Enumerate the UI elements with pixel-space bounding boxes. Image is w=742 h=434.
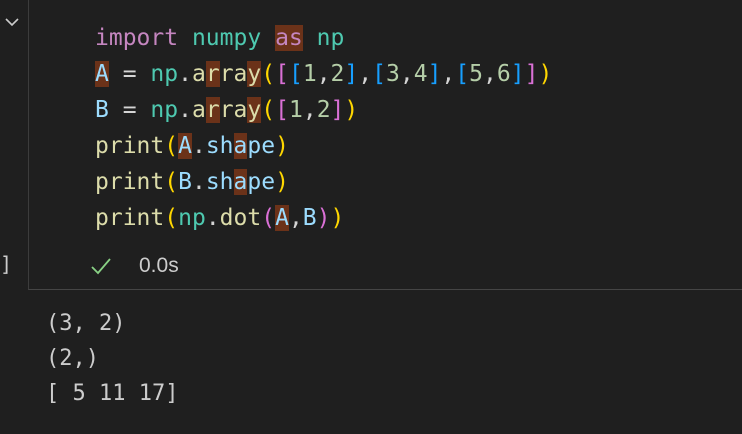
code-token: , [288, 205, 303, 231]
code-token-highlighted: A [178, 133, 192, 159]
code-token: ] [510, 61, 525, 87]
execution-status: 0.0s [89, 252, 179, 280]
code-token: ] [344, 61, 359, 87]
code-token: print [95, 169, 165, 195]
code-cell[interactable]: import numpy as np A = np.array([[1,2],[3… [28, 0, 742, 290]
execution-time: 0.0s [139, 254, 179, 277]
code-token: 1 [302, 61, 317, 87]
code-line[interactable]: print(np.dot(A,B)) [95, 200, 552, 236]
cell-output: (3, 2) (2,) [ 5 11 17] [46, 306, 178, 411]
code-token: 3 [385, 61, 400, 87]
code-token: , [358, 61, 373, 87]
code-token: ) [330, 205, 345, 231]
code-line[interactable]: print(A.shape) [95, 128, 552, 164]
chevron-down-icon[interactable] [2, 12, 22, 32]
output-line: (2,) [46, 346, 99, 371]
code-token: . [191, 133, 206, 159]
code-token: 2 [330, 61, 345, 87]
code-token-highlighted: a [233, 133, 248, 159]
code-line[interactable]: A = np.array([[1,2],[3,4],[5,6]]) [95, 56, 552, 92]
code-token: [ [275, 61, 289, 87]
code-token: , [302, 97, 317, 123]
code-token-highlighted: r [205, 97, 220, 123]
code-token: ) [275, 133, 289, 159]
code-token: ( [261, 97, 276, 123]
code-token: ( [164, 133, 179, 159]
code-token: np [150, 61, 179, 87]
code-token: print [95, 133, 165, 159]
code-token: . [178, 61, 192, 87]
code-token: ] [427, 61, 442, 87]
cell-gutter [0, 0, 28, 290]
code-token-highlighted: a [233, 169, 248, 195]
code-token: 5 [469, 61, 483, 87]
output-line: [ 5 11 17] [46, 381, 179, 406]
code-token: 6 [496, 61, 511, 87]
code-token-highlighted: A [275, 205, 289, 231]
code-token-highlighted: as [275, 25, 303, 51]
code-token: [ [372, 61, 386, 87]
code-token: . [178, 97, 192, 123]
code-token: ( [164, 205, 179, 231]
code-token: , [483, 61, 497, 87]
code-line[interactable]: print(B.shape) [95, 164, 552, 200]
code-token-highlighted: r [205, 61, 220, 87]
code-token: , [441, 61, 456, 87]
code-token-highlighted: A [95, 61, 109, 87]
code-token: a [191, 61, 206, 87]
output-line: (3, 2) [46, 311, 126, 336]
code-token: ra [219, 97, 248, 123]
code-token: ] [330, 97, 345, 123]
code-token: np [178, 205, 206, 231]
code-token: a [191, 97, 206, 123]
code-token: , [399, 61, 414, 87]
code-token: ) [275, 169, 289, 195]
code-token: = [108, 61, 151, 87]
code-token: pe [247, 133, 276, 159]
code-token-highlighted: y [247, 97, 262, 123]
code-token: B [178, 169, 192, 195]
code-token: ( [261, 205, 276, 231]
code-token: pe [247, 169, 276, 195]
code-token: sh [205, 169, 234, 195]
code-token: ( [164, 169, 179, 195]
code-token: import [95, 25, 179, 51]
code-token: [ [455, 61, 470, 87]
code-token: , [316, 61, 331, 87]
code-token: ra [219, 61, 248, 87]
check-icon [91, 258, 111, 275]
code-token: [ [288, 61, 303, 87]
code-token: = [108, 97, 151, 123]
code-token: . [205, 205, 220, 231]
code-token: 1 [288, 97, 303, 123]
code-editor[interactable]: import numpy as np A = np.array([[1,2],[3… [95, 20, 552, 236]
code-line[interactable]: import numpy as np [95, 20, 552, 56]
code-token: print [95, 205, 165, 231]
code-token: np [316, 25, 345, 51]
execution-count-bracket: ] [0, 252, 13, 276]
code-token: 4 [413, 61, 428, 87]
code-token: numpy [191, 25, 262, 51]
code-token-highlighted: y [247, 61, 262, 87]
code-token: ) [538, 61, 553, 87]
code-token: B [302, 205, 317, 231]
code-line[interactable]: B = np.array([1,2]) [95, 92, 552, 128]
code-token: ) [344, 97, 359, 123]
code-token: ) [316, 205, 331, 231]
code-token: 2 [316, 97, 331, 123]
code-token: ( [261, 61, 276, 87]
code-token: ] [524, 61, 539, 87]
code-token: dot [219, 205, 262, 231]
code-token: . [191, 169, 206, 195]
code-token: sh [205, 133, 234, 159]
code-token: np [150, 97, 179, 123]
code-token: B [95, 97, 109, 123]
code-token: [ [275, 97, 289, 123]
